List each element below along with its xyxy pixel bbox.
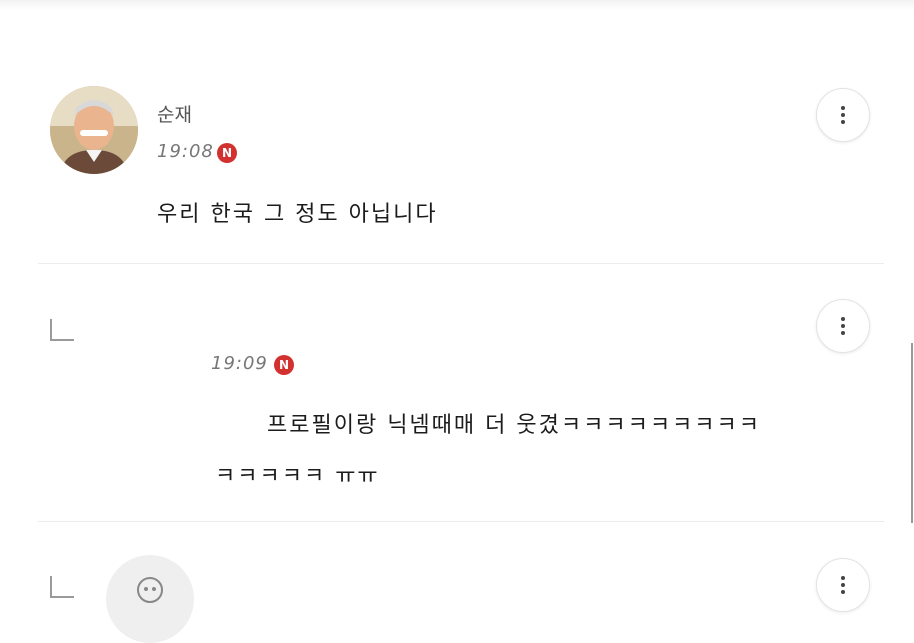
more-vertical-icon xyxy=(841,576,845,594)
reply-arrow-icon xyxy=(50,576,74,598)
comment-text: 우리 한국 그 정도 아닙니다 xyxy=(157,202,438,227)
more-vertical-icon xyxy=(841,317,845,335)
new-badge-icon: N xyxy=(274,355,294,375)
new-badge-icon: N xyxy=(217,143,237,163)
reply-time: 19:09 xyxy=(211,353,268,374)
divider xyxy=(38,521,884,522)
reply-text-line-1: 프로필이랑 닉넴때매 더 웃겼ㅋㅋㅋㅋㅋㅋㅋㅋㅋ xyxy=(267,413,762,438)
more-vertical-icon xyxy=(841,106,845,124)
more-options-button[interactable] xyxy=(816,558,870,612)
reply-text-line-2: ㅋㅋㅋㅋㅋ ㅠㅠ xyxy=(215,464,380,489)
reply-arrow-icon xyxy=(50,319,74,341)
scrollbar[interactable] xyxy=(911,343,913,523)
avatar[interactable] xyxy=(50,86,138,174)
default-profile-icon xyxy=(137,577,163,603)
default-avatar[interactable] xyxy=(106,555,194,643)
comment-time: 19:08 xyxy=(157,141,214,162)
top-edge xyxy=(0,0,914,10)
avatar-photo xyxy=(50,86,138,174)
divider xyxy=(38,263,884,264)
more-options-button[interactable] xyxy=(816,88,870,142)
more-options-button[interactable] xyxy=(816,299,870,353)
author-name[interactable]: 순재 xyxy=(157,100,192,127)
